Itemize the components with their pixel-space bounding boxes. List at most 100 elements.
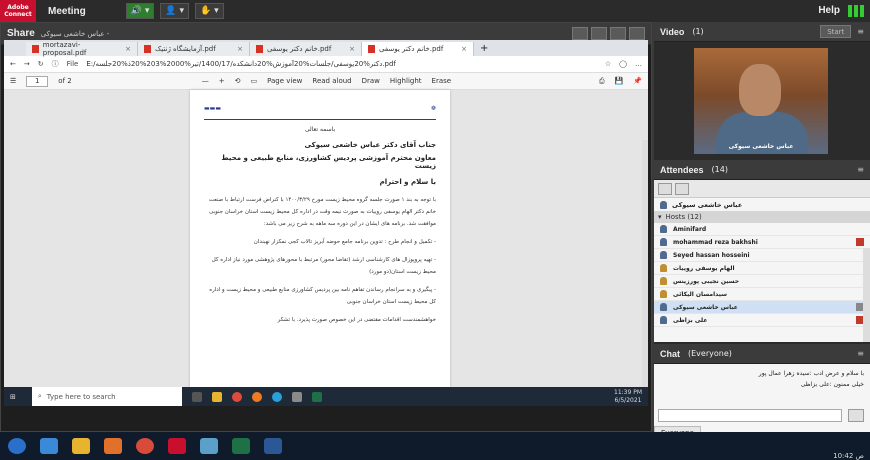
back-icon[interactable]: ←: [10, 60, 16, 68]
fit-width-icon[interactable]: [591, 27, 607, 40]
pdf-icon: [256, 45, 263, 53]
attendee-name: حسین نجیبی پورزینس: [673, 277, 740, 285]
forward-icon[interactable]: →: [24, 60, 30, 68]
contents-icon[interactable]: ☰: [10, 77, 16, 85]
chrome-icon[interactable]: [136, 438, 154, 454]
close-icon[interactable]: ×: [237, 45, 243, 53]
attendee-row[interactable]: سیدامسان الیکائی: [654, 288, 870, 301]
grid-view-icon[interactable]: [675, 182, 689, 195]
browser-tab[interactable]: خانم دکتر یوسفی.pdf ×: [250, 42, 362, 56]
start-orb-icon[interactable]: [8, 438, 26, 454]
attendee-row[interactable]: Seyed hassan hosseini: [654, 249, 870, 262]
zoom-out-button[interactable]: —: [202, 77, 209, 85]
close-icon[interactable]: ×: [461, 45, 467, 53]
browser-tab[interactable]: mortazavi-proposal.pdf ×: [26, 41, 138, 57]
raise-hand-button[interactable]: ✋ ▾: [195, 3, 224, 19]
adobe-app-icon[interactable]: [168, 438, 186, 454]
layout-icon[interactable]: [572, 27, 588, 40]
taskbar-search[interactable]: ⌕ Type here to search: [31, 387, 182, 406]
fit-page-icon[interactable]: ▭: [250, 77, 257, 85]
attendees-pod-header: Attendees (14) ≡: [654, 160, 870, 180]
status-flag-icon: [856, 238, 864, 246]
close-icon[interactable]: ×: [125, 45, 131, 53]
read-aloud-button[interactable]: Read aloud: [312, 77, 351, 85]
letter-paragraph: - پیگیری و به سرانجام رساندن تفاهم نامه …: [209, 287, 436, 305]
camera-button[interactable]: 👤 ▾: [160, 3, 189, 19]
folder-icon[interactable]: [72, 438, 90, 454]
attendee-row[interactable]: عباس خاشعی سیوکی: [654, 301, 870, 314]
pin-icon[interactable]: 📌: [633, 77, 642, 85]
start-video-button[interactable]: Start: [820, 25, 852, 38]
media-icon[interactable]: [104, 438, 122, 454]
zoom-in-button[interactable]: +: [219, 77, 225, 85]
participant-face: [739, 64, 781, 116]
file-explorer-icon[interactable]: [211, 391, 222, 402]
video-pod-count: (1): [692, 27, 704, 36]
refresh-icon[interactable]: ↻: [38, 60, 44, 68]
basmala: باسمه تعالی: [304, 126, 336, 133]
url-field[interactable]: E:/دکتر%20یوسفی/جلسات%20آموزش%20دانشکده/…: [86, 60, 597, 68]
chat-input[interactable]: [658, 409, 842, 422]
person-icon: [660, 316, 667, 324]
attendee-row[interactable]: الهام یوسفی روییات: [654, 262, 870, 275]
draw-button[interactable]: Draw: [362, 77, 380, 85]
more-icon[interactable]: …: [635, 60, 642, 68]
paint-icon[interactable]: [200, 438, 218, 454]
save-icon[interactable]: 💾: [615, 77, 624, 85]
hosts-group-header[interactable]: ▾ Hosts (12): [654, 211, 870, 223]
help-menu[interactable]: Help: [818, 5, 840, 16]
photo-app-icon[interactable]: [291, 391, 302, 402]
rotate-icon[interactable]: ⟲: [235, 77, 241, 85]
local-taskbar: 10:42 ص: [0, 432, 870, 460]
task-view-icon[interactable]: [191, 391, 202, 402]
word-icon[interactable]: [264, 438, 282, 454]
profile-icon[interactable]: ◯: [619, 60, 627, 68]
page-total: of 2: [58, 77, 72, 85]
attendee-row[interactable]: علی بزاظی: [654, 314, 870, 327]
pod-menu-icon[interactable]: [629, 27, 645, 40]
my-status-row[interactable]: عباس خاشعی سیوکی: [654, 198, 870, 211]
pod-menu-icon[interactable]: ≡: [857, 349, 864, 358]
excel-icon[interactable]: [232, 438, 250, 454]
pod-menu-icon[interactable]: ≡: [857, 27, 864, 36]
pod-menu-icon[interactable]: ≡: [857, 165, 864, 174]
logo-line1: Adobe: [7, 4, 29, 11]
pdf-page: ❁ ▬▬▬ باسمه تعالی جناب آقای دکتر عباس خا…: [190, 90, 450, 387]
browser-tabs: mortazavi-proposal.pdf × آزمایشگاه ژنتیک.…: [4, 40, 648, 57]
page-view-button[interactable]: Page view: [267, 77, 302, 85]
favorites-icon[interactable]: ☆: [605, 60, 611, 68]
attendee-row[interactable]: حسین نجیبی پورزینس: [654, 275, 870, 288]
browser-tab[interactable]: آزمایشگاه ژنتیک.pdf ×: [138, 42, 250, 56]
attendee-row[interactable]: Aminifard: [654, 223, 870, 236]
highlight-button[interactable]: Highlight: [390, 77, 422, 85]
excel-icon[interactable]: [311, 391, 322, 402]
greeting: با سلام و احترام: [379, 178, 436, 186]
microphone-button[interactable]: 🔊 ▾: [125, 3, 155, 19]
new-tab-button[interactable]: +: [480, 43, 488, 54]
page-number-input[interactable]: 1: [26, 75, 49, 87]
person-icon: [660, 225, 667, 233]
erase-button[interactable]: Erase: [432, 77, 452, 85]
fullscreen-icon[interactable]: [610, 27, 626, 40]
attendee-name: mohammad reza bakhshi: [673, 238, 758, 246]
attendees-pod: Attendees (14) ≡ عباس خاشعی سیوکی ▾ Host…: [654, 160, 870, 342]
pdf-scrollbar[interactable]: [642, 140, 648, 406]
browser-tab-active[interactable]: خانم دکتر یوسفی.pdf ×: [362, 42, 474, 56]
chrome-icon[interactable]: [231, 391, 242, 402]
attendees-scrollbar[interactable]: [863, 248, 870, 342]
windows-start-icon[interactable]: ⊞: [10, 393, 16, 401]
print-icon[interactable]: ⎙: [599, 77, 605, 86]
close-icon[interactable]: ×: [349, 45, 355, 53]
attendee-row[interactable]: mohammad reza bakhshi: [654, 236, 870, 249]
attendee-name: سیدامسان الیکائی: [673, 290, 727, 298]
meeting-menu[interactable]: Meeting: [48, 6, 86, 17]
list-view-icon[interactable]: [658, 182, 672, 195]
send-message-icon[interactable]: [848, 409, 864, 422]
ie-icon[interactable]: [40, 438, 58, 454]
chevron-down-icon: ▾: [142, 6, 150, 16]
info-icon[interactable]: ⓘ: [52, 59, 59, 69]
pdf-toolbar: ☰ 1 of 2 — + ⟲ ▭ Page view Read aloud Dr…: [4, 73, 648, 90]
firefox-icon[interactable]: [251, 391, 262, 402]
chat-messages: با سلام و عرض ادب :سیده زهرا عمال پور خی…: [654, 364, 870, 404]
edge-icon[interactable]: [271, 391, 282, 402]
